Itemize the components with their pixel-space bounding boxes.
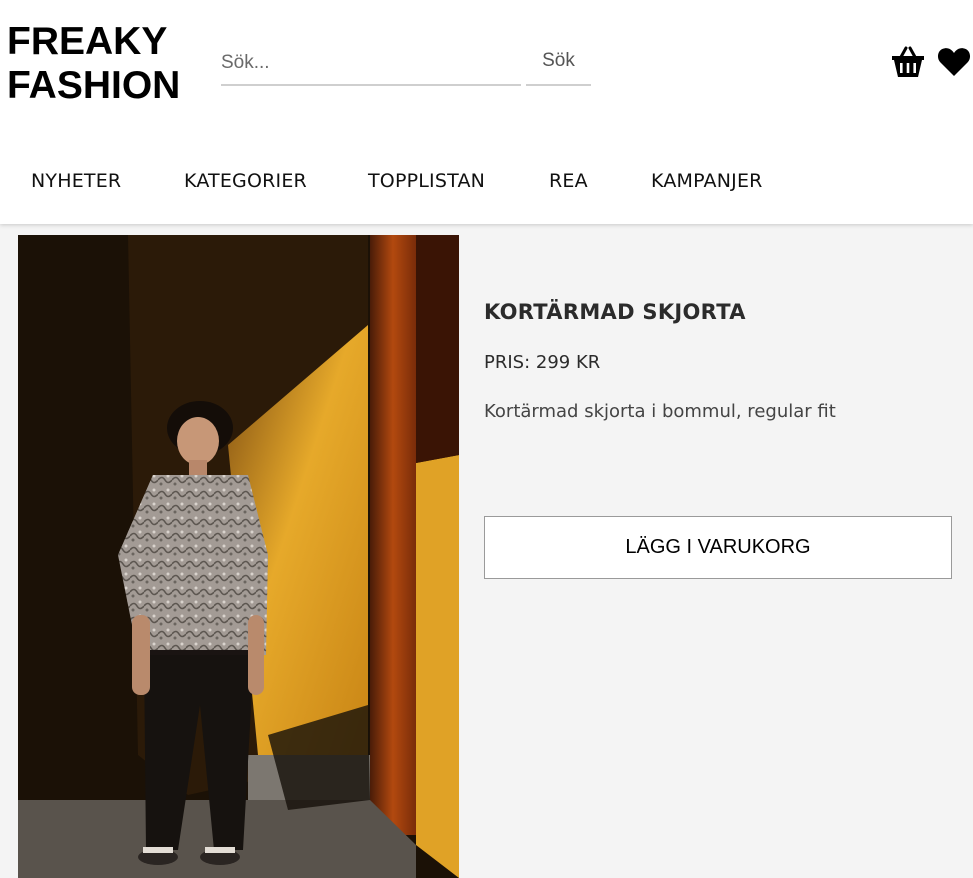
nav-item-rea[interactable]: REA bbox=[549, 170, 588, 192]
basket-icon[interactable] bbox=[890, 44, 926, 80]
nav-item-nyheter[interactable]: NYHETER bbox=[31, 170, 121, 192]
site-logo[interactable]: FREAKY FASHION bbox=[7, 20, 180, 108]
product-image bbox=[18, 235, 459, 878]
logo-line-1: FREAKY bbox=[7, 20, 168, 63]
search-input[interactable] bbox=[221, 42, 521, 86]
product-price: PRIS: 299 KR bbox=[484, 352, 601, 373]
nav-item-kampanjer[interactable]: KAMPANJER bbox=[651, 170, 763, 192]
nav-item-topplistan[interactable]: TOPPLISTAN bbox=[368, 170, 485, 192]
search-button[interactable]: Sök bbox=[526, 42, 591, 86]
site-header: FREAKY FASHION Sök NYHETER KATEGORIER TO… bbox=[0, 0, 973, 224]
logo-line-2: FASHION bbox=[7, 64, 181, 107]
product-title: KORTÄRMAD SKJORTA bbox=[484, 300, 746, 324]
nav-item-kategorier[interactable]: KATEGORIER bbox=[184, 170, 307, 192]
add-to-cart-button[interactable]: LÄGG I VARUKORG bbox=[484, 516, 952, 579]
main-nav: NYHETER KATEGORIER TOPPLISTAN REA KAMPAN… bbox=[0, 170, 973, 204]
product-description: Kortärmad skjorta i bommul, regular fit bbox=[484, 401, 836, 422]
heart-icon[interactable] bbox=[937, 46, 971, 78]
